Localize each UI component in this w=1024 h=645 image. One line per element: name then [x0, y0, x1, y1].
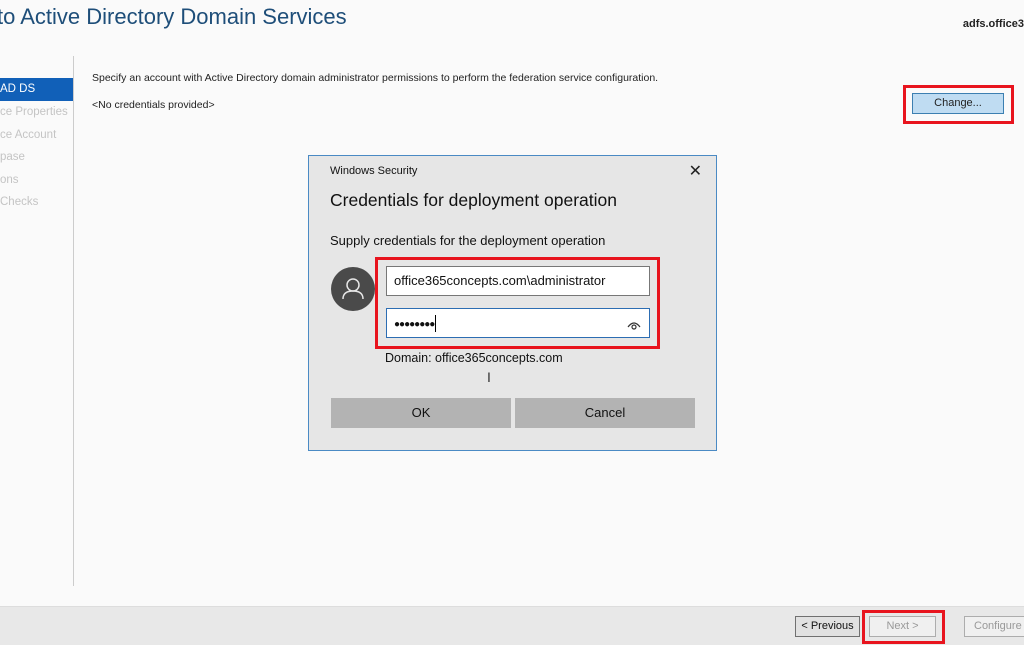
nav-divider — [73, 56, 74, 586]
cancel-button[interactable]: Cancel — [515, 398, 695, 428]
dialog-subheading: Supply credentials for the deployment op… — [330, 233, 606, 248]
next-button[interactable]: Next > — [869, 616, 936, 637]
nav-item-prerequisite-checks[interactable]: Checks — [0, 191, 73, 214]
page-title: to Active Directory Domain Services — [0, 4, 347, 29]
domain-label: Domain: office365concepts.com — [385, 351, 563, 365]
mouse-cursor-icon: I — [487, 369, 491, 385]
nav-item-ad-ds[interactable]: AD DS — [0, 78, 73, 101]
user-avatar-icon — [331, 267, 375, 311]
nav-item-review-options[interactable]: ons — [0, 169, 73, 192]
previous-button[interactable]: < Previous — [795, 616, 860, 637]
nav-item-service-account[interactable]: ce Account — [0, 124, 73, 147]
reveal-password-icon[interactable] — [626, 314, 642, 342]
wizard-nav: AD DS ce Properties ce Account pase ons … — [0, 78, 73, 214]
credentials-status: <No credentials provided> — [92, 99, 215, 111]
dialog-window-title: Windows Security — [330, 165, 418, 177]
text-caret — [435, 315, 437, 333]
nav-item-database[interactable]: pase — [0, 146, 73, 169]
description-text: Specify an account with Active Directory… — [92, 72, 659, 84]
nav-item-service-properties[interactable]: ce Properties — [0, 101, 73, 124]
credentials-dialog: Windows Security ✕ Credentials for deplo… — [308, 155, 717, 451]
username-input[interactable]: office365concepts.com\administrator — [386, 266, 650, 296]
server-name: adfs.office3 — [962, 18, 1024, 30]
close-icon[interactable]: ✕ — [689, 161, 702, 181]
dialog-heading: Credentials for deployment operation — [330, 190, 617, 210]
ok-button[interactable]: OK — [331, 398, 511, 428]
change-button[interactable]: Change... — [912, 93, 1004, 114]
password-input[interactable]: ●●●●●●●● — [386, 308, 650, 338]
configure-button[interactable]: Configure — [964, 616, 1024, 637]
